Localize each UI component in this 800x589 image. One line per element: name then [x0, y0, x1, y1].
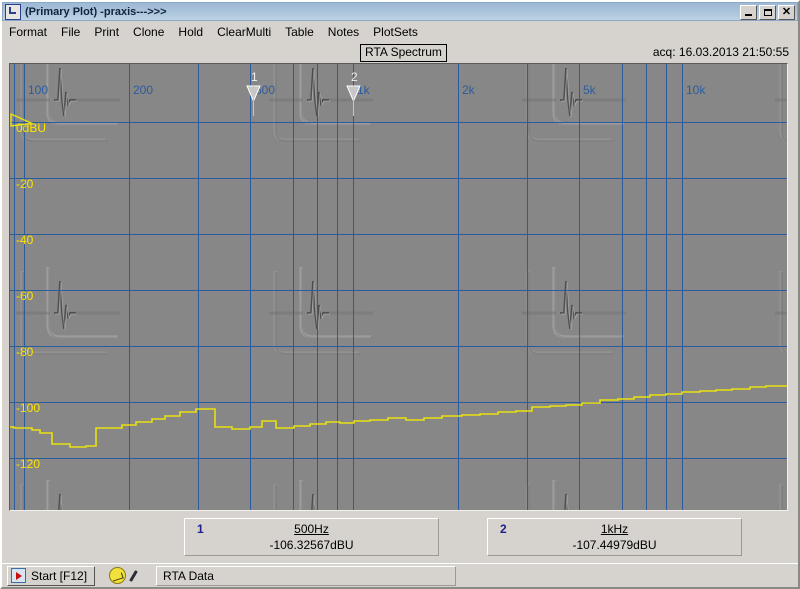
plot-title-badge[interactable]: RTA Spectrum [360, 44, 447, 62]
start-button-label: Start [F12] [31, 568, 88, 583]
watermark-logo-icon [10, 64, 787, 510]
x-tick-10k: 10k [686, 83, 706, 97]
window-titlebar[interactable]: (Primary Plot) -praxis--->>> ✕ [2, 2, 798, 21]
y-tick-40: -40 [16, 233, 34, 247]
menu-item-file[interactable]: File [54, 24, 87, 40]
menu-item-format[interactable]: Format [3, 24, 54, 40]
close-button[interactable]: ✕ [778, 5, 795, 20]
x-tick-2k: 2k [462, 83, 476, 97]
menu-item-clearmulti[interactable]: ClearMulti [210, 24, 278, 40]
x-tick-5k: 5k [583, 83, 597, 97]
maximize-icon [764, 9, 772, 16]
marker-panel-1[interactable]: 1 500Hz -106.32567dBU [184, 518, 439, 556]
yellow-meter-icon[interactable] [109, 567, 127, 584]
y-tick-80: -80 [16, 345, 34, 359]
plot-subheader: RTA Spectrum acq: 16.03.2013 21:50:55 [3, 43, 797, 63]
x-tick-100: 100 [28, 83, 48, 97]
play-triangle-icon [11, 568, 26, 583]
acquisition-timestamp: acq: 16.03.2013 21:50:55 [652, 45, 789, 59]
close-icon: ✕ [781, 6, 792, 18]
taskbar: Start [F12] RTA Data [2, 563, 798, 587]
menu-item-print[interactable]: Print [87, 24, 126, 40]
x-tick-1k: 1k [357, 83, 371, 97]
window-controls: ✕ [740, 5, 795, 20]
marker-panel-2-value: -107.44979dBU [572, 538, 657, 552]
taskbar-item-label: RTA Data [163, 568, 214, 583]
minimize-button[interactable] [740, 5, 757, 20]
marker-panel-2[interactable]: 2 1kHz -107.44979dBU [487, 518, 742, 556]
marker-2-label: 2 [351, 70, 358, 84]
y-tick-120: -120 [16, 457, 40, 471]
menu-item-notes[interactable]: Notes [321, 24, 366, 40]
menu-item-hold[interactable]: Hold [171, 24, 210, 40]
y-tick-60: -60 [16, 289, 34, 303]
menu-item-table[interactable]: Table [278, 24, 321, 40]
marker-panel-2-freq[interactable]: 1kHz [488, 522, 741, 536]
y-tick-100: -100 [16, 401, 40, 415]
spectrum-chart[interactable]: 100 200 500 1k 2k 5k 10k 0dBU -20 -40 -6… [10, 64, 787, 510]
tray-icons [109, 567, 144, 584]
pen-tool-icon[interactable] [130, 569, 144, 583]
start-button[interactable]: Start [F12] [7, 565, 96, 586]
marker-1-label: 1 [251, 70, 258, 84]
y-tick-20: -20 [16, 177, 34, 191]
marker-readout-strip: 1 500Hz -106.32567dBU 2 1kHz -107.44979d… [9, 518, 788, 556]
menu-item-clone[interactable]: Clone [126, 24, 171, 40]
app-logo-icon [5, 3, 21, 20]
window-title: (Primary Plot) -praxis--->>> [25, 5, 167, 18]
marker-panel-1-freq[interactable]: 500Hz [185, 522, 438, 536]
menu-bar: Format File Print Clone Hold ClearMulti … [3, 23, 797, 41]
minimize-icon [745, 14, 752, 16]
application-window: (Primary Plot) -praxis--->>> ✕ Format Fi… [0, 0, 800, 589]
spectrum-plot-area[interactable]: 100 200 500 1k 2k 5k 10k 0dBU -20 -40 -6… [9, 63, 788, 511]
taskbar-item-rta-data[interactable]: RTA Data [156, 565, 457, 586]
menu-item-plotsets[interactable]: PlotSets [366, 24, 425, 40]
x-tick-200: 200 [133, 83, 153, 97]
maximize-button[interactable] [759, 5, 776, 20]
marker-panel-1-value: -106.32567dBU [269, 538, 354, 552]
